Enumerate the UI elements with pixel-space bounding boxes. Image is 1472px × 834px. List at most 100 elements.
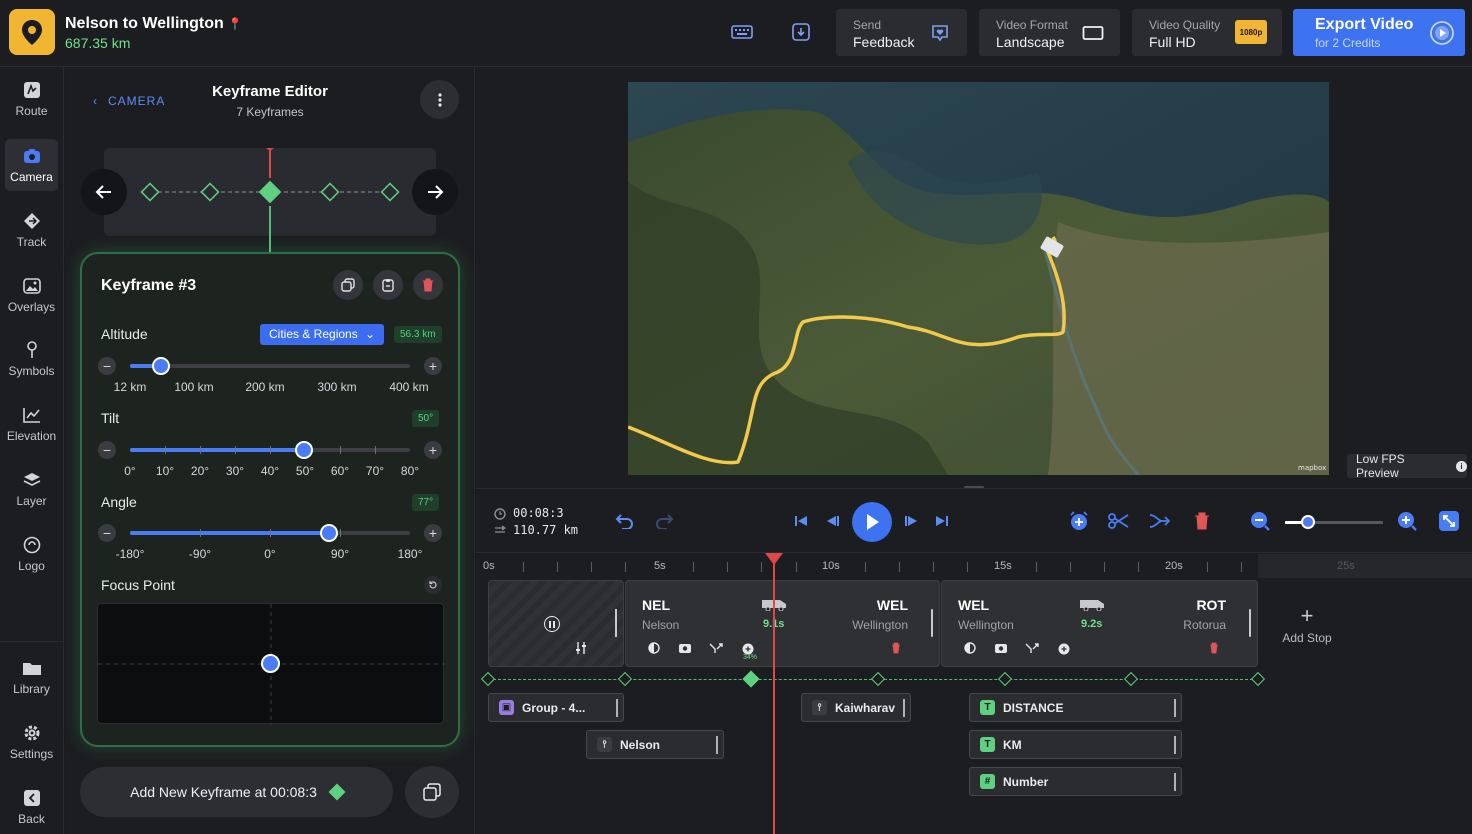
add-keyframe-button[interactable]: Add New Keyframe at 00:08:3 (80, 767, 393, 817)
map-preview[interactable]: mapbox (628, 82, 1329, 475)
nav-overlays[interactable]: Overlays (5, 269, 58, 321)
export-video-button[interactable]: Export Video for 2 Credits (1293, 9, 1465, 56)
chip-grip[interactable] (1174, 773, 1176, 791)
timeline-keyframe-5[interactable] (997, 671, 1013, 687)
angle-increase-button[interactable]: + (424, 524, 442, 542)
zoom-out-button[interactable] (1248, 509, 1272, 533)
previous-frame-button[interactable] (821, 509, 845, 533)
low-fps-preview-toggle[interactable]: Low FPS Preview i (1347, 452, 1467, 480)
overlay-chip-nelson[interactable]: ⫯ Nelson (586, 730, 724, 759)
overlay-chip-distance[interactable]: T DISTANCE (969, 693, 1182, 722)
chip-grip[interactable] (716, 736, 718, 754)
timeline[interactable]: 0s 5s 10s 15s 20s 25s NEL Nelson WEL Wel… (476, 552, 1472, 834)
alarm-add-icon[interactable] (1056, 641, 1072, 655)
focus-point-pad[interactable] (97, 603, 445, 725)
nav-layer[interactable]: Layer (5, 463, 58, 515)
focus-point-handle[interactable] (261, 654, 280, 673)
delete-segment-icon[interactable] (888, 641, 904, 655)
pause-segment[interactable] (488, 580, 624, 667)
route-segment-wel-rot[interactable]: WEL Wellington ROT Rotorua 9.2s (941, 580, 1258, 667)
angle-decrease-button[interactable]: − (98, 524, 116, 542)
altitude-decrease-button[interactable]: − (98, 357, 116, 375)
next-keyframe-button[interactable] (412, 169, 458, 215)
add-timer-button[interactable] (1067, 509, 1091, 533)
project-title[interactable]: Nelson to Wellington 📍 (65, 15, 243, 33)
adjust-sliders-icon[interactable] (575, 641, 587, 660)
more-options-button[interactable] (420, 80, 459, 119)
redo-button[interactable] (653, 509, 677, 533)
overlay-chip-km[interactable]: T KM (969, 730, 1182, 759)
timeline-keyframe-7[interactable] (1250, 671, 1266, 687)
overlay-chip-kaiwharav[interactable]: ⫯ Kaiwharav (801, 693, 911, 722)
nav-symbols[interactable]: Symbols (5, 333, 58, 385)
playhead-handle[interactable] (765, 553, 783, 565)
tilt-slider-thumb[interactable] (295, 441, 313, 459)
fit-timeline-button[interactable] (1437, 509, 1461, 533)
nav-camera[interactable]: Camera (5, 139, 58, 191)
send-feedback-button[interactable]: Send Feedback (836, 9, 967, 56)
timeline-keyframe-2[interactable] (617, 671, 633, 687)
altitude-increase-button[interactable]: + (424, 357, 442, 375)
segment-grip[interactable] (1249, 609, 1251, 637)
zoom-slider-thumb[interactable] (1301, 515, 1315, 529)
altitude-slider[interactable] (130, 357, 410, 375)
skip-to-start-button[interactable] (789, 509, 813, 533)
merge-button[interactable] (1148, 509, 1172, 533)
timeline-keyframe-4[interactable] (870, 671, 886, 687)
altitude-preset-dropdown[interactable]: Cities & Regions ⌄ (260, 324, 384, 345)
duplicate-keyframe-button[interactable] (333, 270, 363, 300)
timeline-zoom-slider[interactable] (1285, 515, 1383, 529)
overlay-chip-number[interactable]: # Number (969, 767, 1182, 796)
chip-grip[interactable] (616, 699, 618, 717)
chip-grip[interactable] (1174, 736, 1176, 754)
nav-settings[interactable]: Settings (5, 716, 58, 768)
split-button[interactable] (1107, 509, 1131, 533)
timeline-keyframe-1[interactable] (480, 671, 496, 687)
app-logo[interactable] (9, 9, 55, 55)
route-branch-icon[interactable] (1024, 641, 1040, 655)
reset-focus-button[interactable] (424, 576, 442, 594)
nav-library[interactable]: Library (5, 651, 58, 703)
play-button[interactable] (852, 502, 892, 542)
camera-icon[interactable] (993, 641, 1009, 655)
add-stop-button[interactable]: + Add Stop (1274, 605, 1340, 646)
previous-keyframe-button[interactable] (81, 169, 127, 215)
alarm-add-icon[interactable] (740, 641, 756, 655)
video-quality-button[interactable]: Video Quality Full HD 1080p (1132, 9, 1282, 56)
paste-keyframe-button[interactable] (373, 270, 403, 300)
timeline-keyframe-3-active[interactable] (742, 670, 760, 688)
route-branch-icon[interactable] (708, 641, 724, 655)
skip-to-end-button[interactable] (930, 509, 954, 533)
next-frame-button[interactable] (899, 509, 923, 533)
segment-grip[interactable] (931, 609, 933, 637)
angle-slider[interactable] (130, 524, 410, 542)
segment-grip[interactable] (615, 609, 617, 637)
tilt-increase-button[interactable]: + (424, 441, 442, 459)
tilt-slider[interactable] (130, 441, 410, 459)
camera-icon[interactable] (677, 641, 693, 655)
nav-back[interactable]: Back (5, 781, 58, 833)
copy-keyframes-button[interactable] (405, 766, 459, 818)
ease-icon[interactable] (962, 641, 978, 655)
tilt-decrease-button[interactable]: − (98, 441, 116, 459)
overlay-chip-group[interactable]: ▣ Group - 4... (488, 693, 624, 722)
nav-logo[interactable]: Logo (5, 528, 58, 580)
nav-route[interactable]: Route (5, 73, 58, 125)
nav-track[interactable]: Track (5, 204, 58, 256)
delete-segment-icon[interactable] (1206, 641, 1222, 655)
keyboard-shortcuts-button[interactable] (730, 20, 754, 44)
angle-slider-thumb[interactable] (320, 524, 338, 542)
altitude-slider-thumb[interactable] (152, 357, 170, 375)
zoom-in-button[interactable] (1395, 509, 1419, 533)
video-format-button[interactable]: Video Format Landscape (979, 9, 1120, 56)
playhead-line[interactable] (773, 553, 775, 834)
undo-button[interactable] (612, 509, 636, 533)
delete-button[interactable] (1190, 509, 1214, 533)
save-project-button[interactable] (789, 20, 813, 44)
nav-elevation[interactable]: Elevation (5, 398, 58, 450)
route-segment-nel-wel[interactable]: NEL Nelson WEL Wellington 9.1s 34% (625, 580, 940, 667)
delete-keyframe-button[interactable] (413, 270, 443, 300)
chip-grip[interactable] (903, 699, 905, 717)
ease-icon[interactable] (646, 641, 662, 655)
chip-grip[interactable] (1174, 699, 1176, 717)
